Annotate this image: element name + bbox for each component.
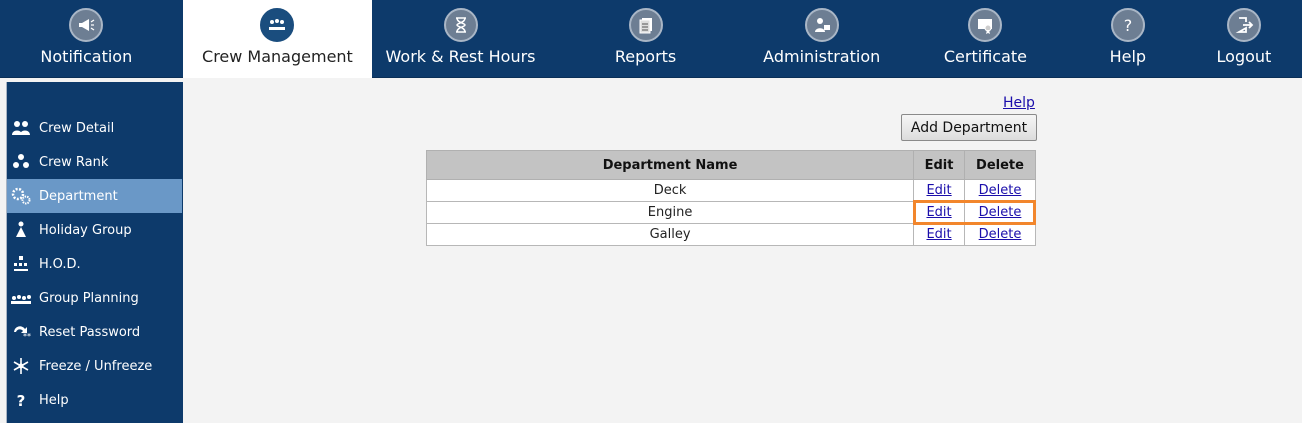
department-name-cell: Engine [425, 201, 915, 224]
nav-work-rest-hours[interactable]: Work & Rest Hours [372, 0, 549, 78]
snowflake-icon [10, 355, 32, 377]
table-header-row: Department Name Edit Delete [425, 150, 1036, 180]
sidebar-item-department[interactable]: Department [7, 179, 182, 213]
person-relax-icon [10, 219, 32, 241]
sidebar-item-freeze-unfreeze[interactable]: Freeze / Unfreeze [7, 349, 182, 383]
edit-link[interactable]: Edit [926, 205, 951, 220]
rank-icon [10, 151, 32, 173]
table-row: Galley Edit Delete [425, 223, 1036, 246]
gears-icon [10, 185, 32, 207]
nav-reports[interactable]: Reports [549, 0, 743, 78]
sidebar-item-label: Crew Rank [39, 154, 109, 170]
edit-link[interactable]: Edit [926, 227, 951, 242]
sidebar-item-label: H.O.D. [39, 256, 81, 272]
crew-group-icon [260, 8, 295, 42]
delete-link[interactable]: Delete [979, 183, 1022, 198]
reset-password-icon: ** [10, 321, 32, 343]
nav-work-rest-hours-label: Work & Rest Hours [385, 47, 536, 66]
add-department-button[interactable]: Add Department [901, 114, 1037, 141]
delete-link[interactable]: Delete [979, 227, 1022, 242]
sidebar-item-label: Freeze / Unfreeze [39, 358, 153, 374]
nav-notification-label: Notification [40, 47, 133, 66]
sidebar-item-label: Crew Detail [39, 120, 115, 136]
sidebar-item-crew-detail[interactable]: Crew Detail [7, 111, 182, 145]
delete-link[interactable]: Delete [979, 205, 1022, 220]
sidebar-item-label: Help [39, 392, 69, 408]
sidebar-item-label: Reset Password [39, 324, 141, 340]
admin-icon [804, 8, 839, 42]
svg-text:**: ** [23, 332, 31, 341]
department-table: Department Name Edit Delete Deck Edit De… [425, 150, 1036, 246]
table-row: Engine Edit Delete [425, 201, 1036, 224]
sidebar-item-label: Department [39, 188, 118, 204]
sidebar-item-label: Group Planning [39, 290, 139, 306]
nav-certificate[interactable]: Certificate [901, 0, 1070, 78]
table-row: Deck Edit Delete [425, 179, 1036, 202]
nav-certificate-label: Certificate [943, 47, 1027, 66]
nav-crew-management-label: Crew Management [202, 47, 353, 66]
nav-logout-label: Logout [1216, 47, 1272, 66]
question-icon: ? [10, 389, 32, 411]
certificate-icon [968, 8, 1003, 42]
question-icon: ? [1110, 8, 1145, 42]
sidebar-item-reset-password[interactable]: ** Reset Password [7, 315, 182, 349]
nav-reports-label: Reports [614, 47, 677, 66]
svg-text:?: ? [17, 392, 26, 409]
sidebar-item-crew-rank[interactable]: Crew Rank [7, 145, 182, 179]
nav-notification[interactable]: Notification [0, 0, 173, 78]
megaphone-icon [69, 8, 104, 42]
reports-icon [628, 8, 663, 42]
hourglass-icon [443, 8, 478, 42]
nav-help-label: Help [1109, 47, 1147, 66]
nav-administration[interactable]: Administration [742, 0, 901, 78]
department-name-cell: Deck [425, 179, 915, 202]
sidebar-item-hod[interactable]: H.O.D. [7, 247, 182, 281]
sidebar-item-label: Holiday Group [39, 222, 132, 238]
header-edit: Edit [913, 150, 966, 180]
sidebar-item-group-planning[interactable]: Group Planning [7, 281, 182, 315]
hierarchy-icon [10, 253, 32, 275]
nav-help[interactable]: ? Help [1070, 0, 1186, 78]
help-link[interactable]: Help [1003, 95, 1035, 111]
sidebar-item-help[interactable]: ? Help [7, 383, 182, 417]
nav-administration-label: Administration [763, 47, 881, 66]
svg-text:?: ? [1124, 16, 1133, 35]
nav-crew-management[interactable]: Crew Management [182, 0, 373, 78]
sidebar-item-holiday-group[interactable]: Holiday Group [7, 213, 182, 247]
header-department-name: Department Name [425, 150, 915, 180]
people-icon [10, 117, 32, 139]
group-planning-icon [10, 287, 32, 309]
top-navigation: Notification Crew Management Work & Rest… [0, 0, 1302, 78]
department-name-cell: Galley [425, 223, 915, 246]
edit-link[interactable]: Edit [926, 183, 951, 198]
sidebar: Crew Detail Crew Rank Department Holiday… [6, 82, 183, 423]
logout-icon [1226, 8, 1261, 42]
header-delete: Delete [964, 150, 1036, 180]
nav-logout[interactable]: Logout [1186, 0, 1302, 78]
